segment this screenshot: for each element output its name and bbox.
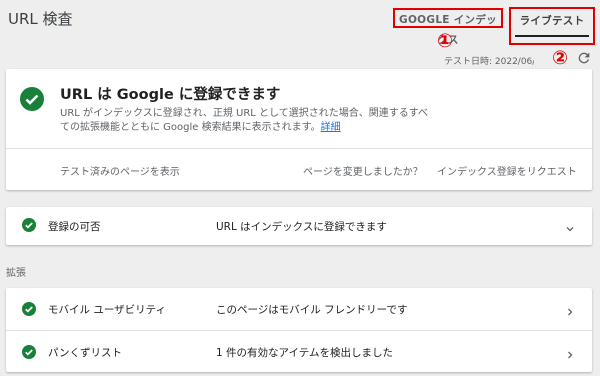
annotation-marker-2: ② bbox=[552, 47, 569, 69]
page-title: URL 検査 bbox=[8, 10, 73, 28]
enhancement-label: モバイル ユーザビリティ bbox=[48, 304, 166, 316]
top-bar: URL 検査 GOOGLE インデックス ライブテスト ① bbox=[0, 0, 600, 52]
status-description-text: URL がインデックスに登録され、正規 URL として選択された場合、関連するす… bbox=[60, 108, 429, 133]
enhancements-section-label: 拡張 bbox=[6, 268, 26, 279]
check-circle-icon bbox=[22, 302, 36, 316]
enhancement-row-mobile[interactable]: モバイル ユーザビリティ このページはモバイル フレンドリーです bbox=[6, 288, 592, 330]
enhancement-value: 1 件の有効なアイテムを検出しました bbox=[216, 347, 393, 359]
view-tested-page-button[interactable]: テスト済みのページを表示 bbox=[60, 163, 180, 178]
enhancement-label: パンくずリスト bbox=[48, 347, 123, 359]
active-tab-indicator bbox=[515, 35, 589, 37]
tab-google-index[interactable]: GOOGLE インデックス bbox=[393, 8, 503, 46]
enhancements-card: モバイル ユーザビリティ このページはモバイル フレンドリーです パンくずリスト… bbox=[6, 288, 592, 372]
status-title: URL は Google に登録できます bbox=[60, 87, 281, 103]
chevron-down-icon[interactable] bbox=[564, 220, 576, 232]
tab-live-test[interactable]: ライブテスト bbox=[509, 7, 595, 45]
coverage-row[interactable]: 登録の可否 URL はインデックスに登録できます bbox=[6, 207, 592, 245]
annotation-marker-1: ① bbox=[437, 30, 454, 52]
tab-live-test-label: ライブテスト bbox=[519, 15, 585, 27]
enhancement-row-breadcrumb[interactable]: パンくずリスト 1 件の有効なアイテムを検出しました bbox=[6, 330, 592, 373]
chevron-right-icon[interactable] bbox=[564, 346, 576, 359]
refresh-icon[interactable] bbox=[576, 50, 592, 66]
indexing-status-card: URL は Google に登録できます URL がインデックスに登録され、正規… bbox=[6, 69, 592, 190]
test-date: テスト日時: 2022/06/0 bbox=[444, 57, 534, 67]
status-description: URL がインデックスに登録され、正規 URL として選択された場合、関連するす… bbox=[60, 107, 434, 135]
details-link[interactable]: 詳細 bbox=[321, 122, 341, 133]
check-circle-icon bbox=[22, 218, 36, 232]
chevron-right-icon[interactable] bbox=[564, 303, 576, 316]
coverage-value: URL はインデックスに登録できます bbox=[216, 221, 387, 233]
page-changed-prompt: ページを変更しましたか？ bbox=[303, 167, 423, 178]
check-circle-icon bbox=[20, 87, 44, 111]
coverage-label: 登録の可否 bbox=[48, 221, 101, 233]
enhancement-value: このページはモバイル フレンドリーです bbox=[216, 304, 408, 316]
divider bbox=[6, 148, 592, 149]
request-indexing-button[interactable]: インデックス登録をリクエスト bbox=[437, 163, 577, 178]
check-circle-icon bbox=[22, 345, 36, 359]
